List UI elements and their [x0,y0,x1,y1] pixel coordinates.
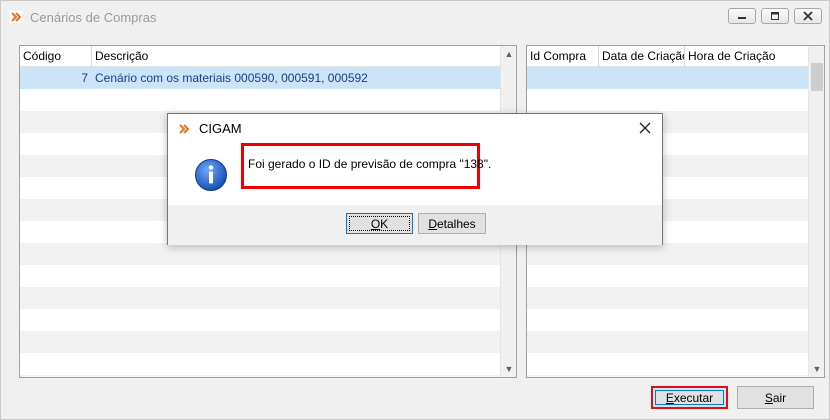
executar-button[interactable]: Executar [651,386,728,409]
close-button[interactable] [794,8,822,24]
table-row [527,331,808,353]
title-bar: Cenários de Compras [1,1,829,33]
column-header-id-compra[interactable]: Id Compra [527,46,599,67]
dialog-title: CIGAM [199,121,242,136]
table-row [527,89,808,111]
column-header-hora-criacao[interactable]: Hora de Criação [685,46,808,67]
sair-button[interactable]: Sair [737,386,814,409]
table-row [20,309,500,331]
cell-codigo: 7 [81,71,88,85]
ok-button[interactable]: OK [346,213,413,234]
table-row [527,287,808,309]
cell-descricao: Cenário com os materiais 000590, 000591,… [95,71,368,85]
focus-ring [655,390,724,405]
close-icon [803,11,813,21]
scroll-thumb[interactable] [811,63,823,91]
table-row [20,243,500,265]
dialog-footer: OK Detalhes [168,205,662,245]
scroll-down-icon[interactable]: ▼ [809,361,824,377]
minimize-icon [738,17,746,19]
table-row [20,375,500,377]
minimize-button[interactable] [728,8,756,24]
table-row [20,287,500,309]
table-row [20,265,500,287]
window-title: Cenários de Compras [30,10,157,25]
info-icon [195,159,227,191]
column-header-data-criacao[interactable]: Data de Criação [599,46,685,67]
close-icon [639,122,651,134]
maximize-button[interactable] [761,8,789,24]
column-header-descricao[interactable]: Descrição [92,46,500,67]
table-row [527,353,808,375]
cigam-app-icon [10,11,22,23]
purchases-grid-header: Id Compra Data de Criação Hora de Criaçã… [527,46,808,67]
table-row [527,375,808,377]
scroll-up-icon[interactable]: ▲ [501,46,516,62]
scroll-down-icon[interactable]: ▼ [501,361,516,377]
table-row [20,353,500,375]
purchases-grid-scrollbar[interactable]: ▼ [808,46,824,377]
focus-ring [349,216,410,231]
column-header-codigo[interactable]: Código [20,46,92,67]
maximize-icon [771,12,779,20]
detalhes-button[interactable]: Detalhes [418,213,486,234]
message-dialog: CIGAM Foi gerado o ID de previsão de com… [167,113,663,245]
sair-label: Sair [764,390,787,405]
table-row [527,309,808,331]
dialog-title-bar: CIGAM [168,114,662,144]
dialog-close-button[interactable] [636,119,654,137]
detalhes-label: Detalhes [428,216,476,231]
scenarios-grid-header: Código Descrição [20,46,500,67]
dialog-message: Foi gerado o ID de previsão de compra "1… [248,157,492,171]
table-row[interactable] [527,67,808,89]
cigam-app-icon [179,124,190,134]
main-window: Cenários de Compras Código Descrição 7 C… [0,0,830,420]
table-row [20,89,500,111]
table-row[interactable]: 7 Cenário com os materiais 000590, 00059… [20,67,500,89]
table-row [527,243,808,265]
table-row [20,331,500,353]
table-row [527,265,808,287]
